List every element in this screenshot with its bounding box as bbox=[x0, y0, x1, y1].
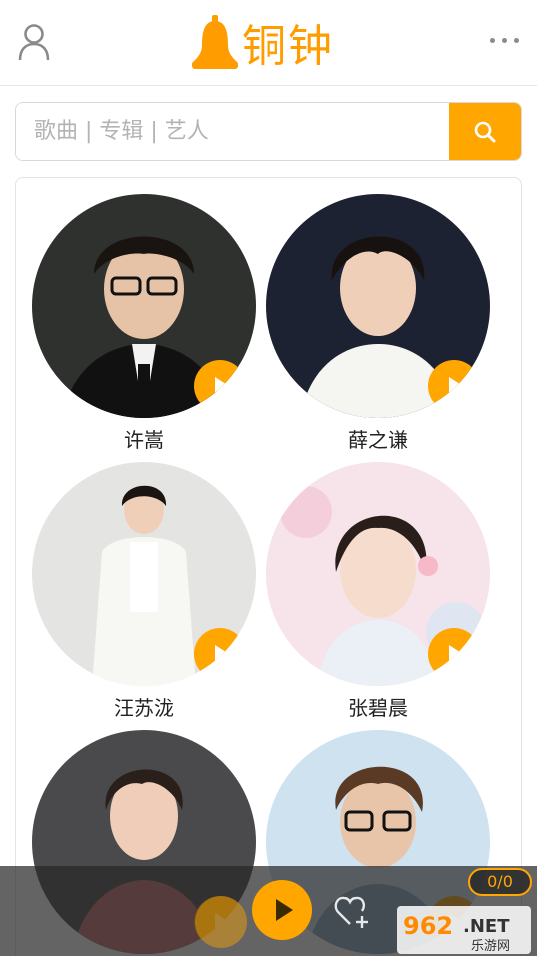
watermark-suffix: .NET bbox=[463, 916, 510, 937]
user-button[interactable] bbox=[16, 22, 52, 62]
artist-card[interactable]: 张碧晨 bbox=[266, 462, 490, 720]
play-artist-button bbox=[195, 896, 247, 948]
play-artist-button[interactable] bbox=[194, 628, 246, 680]
add-favorite-button[interactable] bbox=[334, 894, 370, 928]
artist-avatar[interactable] bbox=[266, 194, 490, 418]
queue-count-button[interactable]: 0/0 bbox=[468, 868, 532, 896]
play-artist-button[interactable] bbox=[194, 360, 246, 412]
play-artist-button[interactable] bbox=[428, 360, 480, 412]
artist-avatar[interactable] bbox=[32, 462, 256, 686]
artist-avatar[interactable] bbox=[266, 462, 490, 686]
artist-card[interactable]: 薛之谦 bbox=[266, 194, 490, 452]
play-artist-button[interactable] bbox=[428, 628, 480, 680]
artist-avatar[interactable] bbox=[32, 194, 256, 418]
user-icon bbox=[18, 24, 50, 61]
more-dots-icon bbox=[502, 38, 507, 43]
more-menu-button[interactable] bbox=[490, 38, 519, 43]
more-dots-icon bbox=[514, 38, 519, 43]
watermark: 962 .NET 乐游网 bbox=[397, 906, 531, 954]
watermark-caption: 乐游网 bbox=[471, 939, 510, 954]
artist-name: 许嵩 bbox=[124, 428, 164, 452]
artist-card[interactable]: 许嵩 bbox=[32, 194, 256, 452]
artist-grid: 许嵩 薛之谦 汪苏泷 张碧晨 bbox=[15, 177, 522, 956]
app-logo: 铜钟 bbox=[192, 10, 334, 74]
app-header: 铜钟 bbox=[0, 0, 537, 86]
artist-name: 薛之谦 bbox=[348, 428, 408, 452]
artist-card[interactable]: 汪苏泷 bbox=[32, 462, 256, 720]
artist-name: 汪苏泷 bbox=[114, 696, 174, 720]
artist-name: 张碧晨 bbox=[348, 696, 408, 720]
search-button[interactable] bbox=[449, 103, 521, 160]
bell-icon bbox=[192, 15, 238, 69]
heart-plus-icon bbox=[334, 896, 368, 928]
search-bar bbox=[15, 102, 522, 161]
watermark-number: 962 bbox=[403, 912, 453, 940]
player-play-button[interactable] bbox=[252, 880, 312, 940]
app-title: 铜钟 bbox=[242, 21, 334, 72]
more-dots-icon bbox=[490, 38, 495, 43]
search-input[interactable] bbox=[16, 103, 449, 160]
search-icon bbox=[474, 121, 496, 142]
